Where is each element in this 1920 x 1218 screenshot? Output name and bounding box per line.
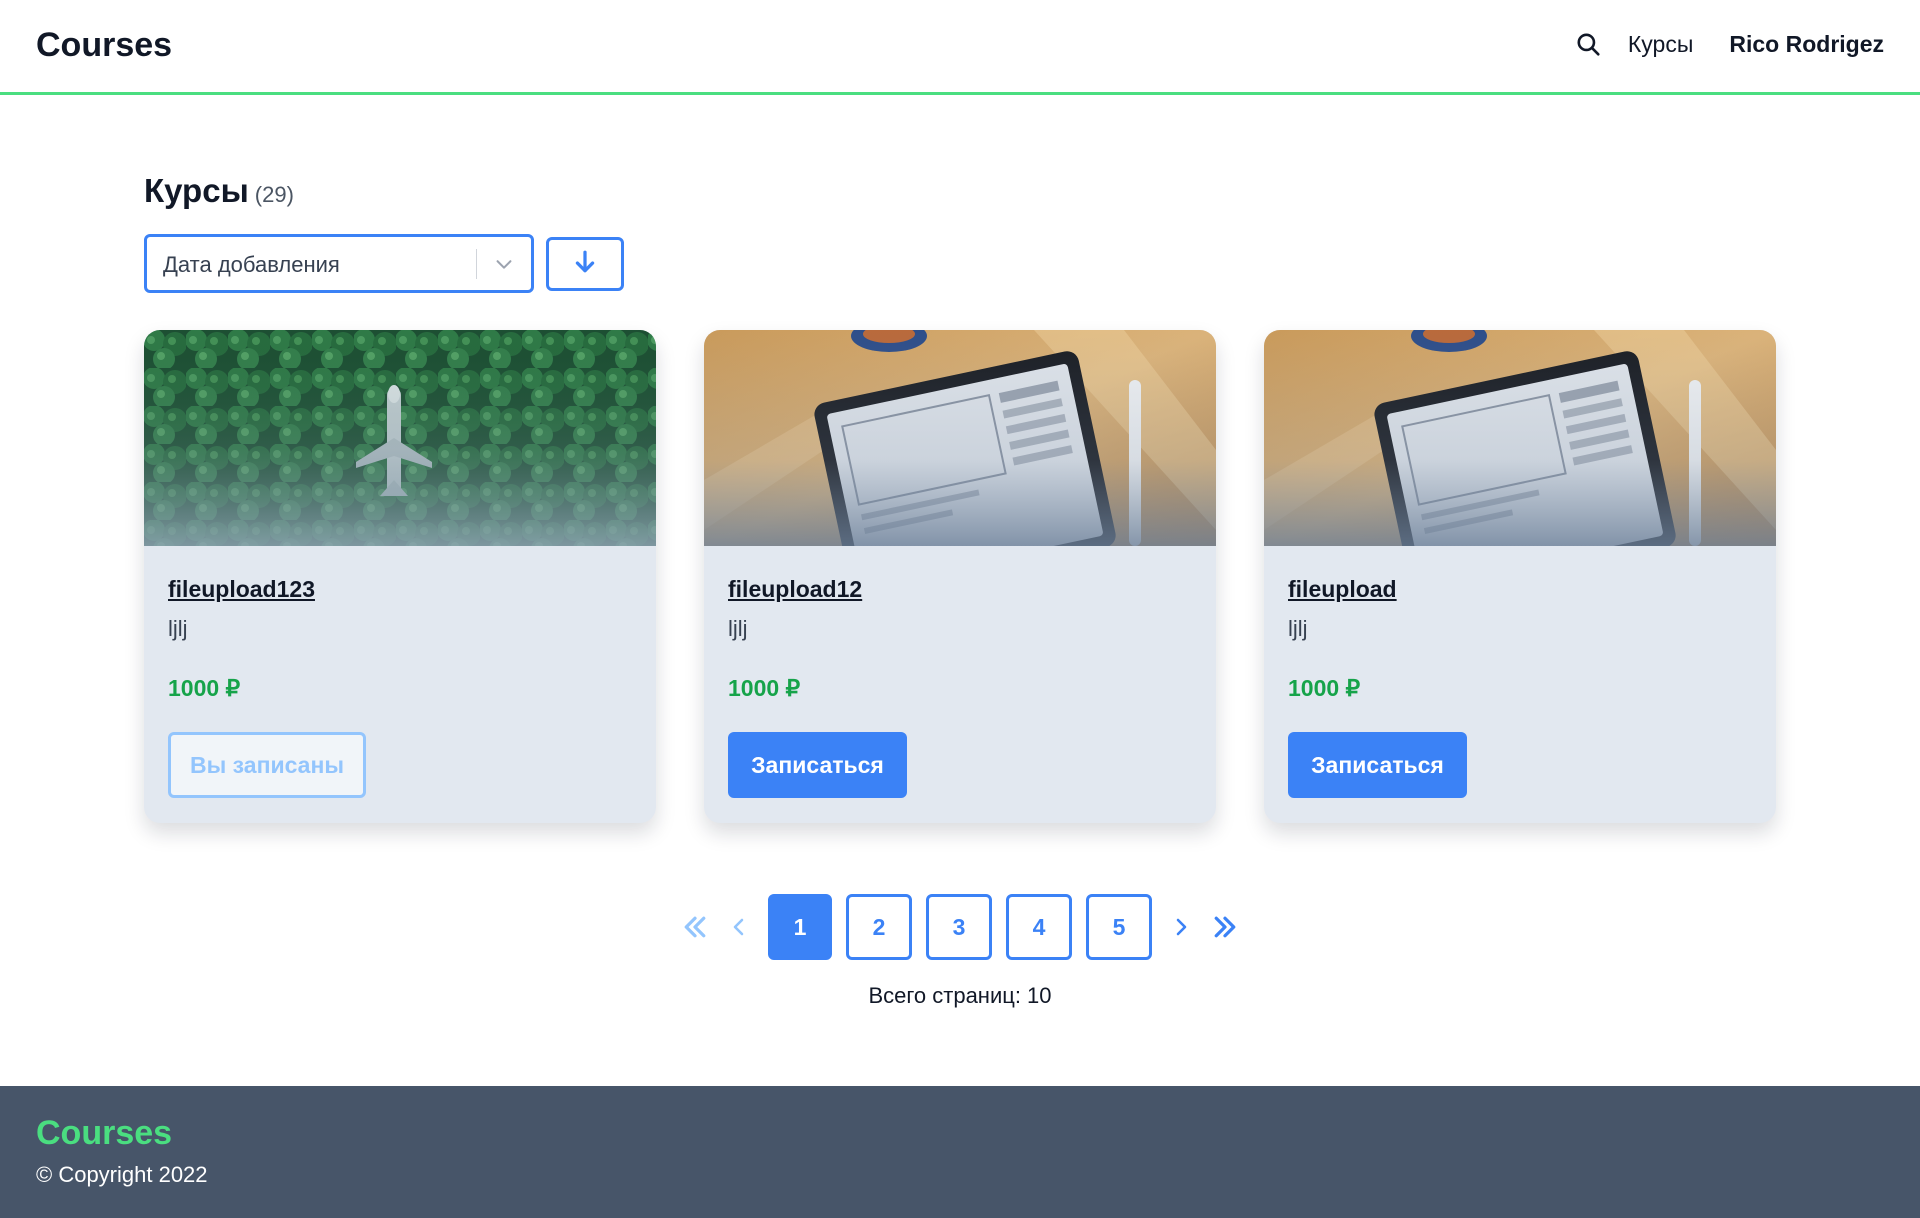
page-button-2[interactable]: 2 xyxy=(846,894,912,960)
enroll-button[interactable]: Записаться xyxy=(1288,732,1467,798)
course-card: fileupload12 ljlj 1000 ₽ Записаться xyxy=(704,330,1216,823)
chevron-down-icon[interactable] xyxy=(493,253,515,275)
user-menu[interactable]: Rico Rodrigez xyxy=(1729,31,1884,58)
course-description: ljlj xyxy=(1288,616,1308,641)
first-page-icon[interactable] xyxy=(680,907,710,947)
page-title: Курсы xyxy=(144,172,249,209)
forest-airplane-image[interactable] xyxy=(144,330,656,546)
tablet-desk-image[interactable] xyxy=(1264,330,1776,546)
sort-direction-button[interactable] xyxy=(546,237,624,291)
site-footer: Courses © Copyright 2022 xyxy=(0,1086,1920,1218)
next-page-icon[interactable] xyxy=(1166,907,1196,947)
header-nav: Курсы Rico Rodrigez xyxy=(1574,30,1884,58)
search-icon[interactable] xyxy=(1574,30,1602,58)
course-description: ljlj xyxy=(168,616,188,641)
pages-total: Всего страниц: 10 xyxy=(868,983,1052,1008)
footer-copyright: © Copyright 2022 xyxy=(36,1162,208,1187)
arrow-down-icon xyxy=(572,249,598,280)
brand-logo[interactable]: Courses xyxy=(36,26,172,65)
course-title-link[interactable]: fileupload123 xyxy=(168,576,315,603)
course-title-link[interactable]: fileupload xyxy=(1288,576,1397,603)
enroll-button[interactable]: Записаться xyxy=(728,732,907,798)
course-price: 1000 ₽ xyxy=(1288,675,1361,701)
course-card: fileupload123 ljlj 1000 ₽ Вы записаны xyxy=(144,330,656,823)
prev-page-icon[interactable] xyxy=(724,907,754,947)
footer-brand: Courses xyxy=(36,1114,173,1152)
course-price: 1000 ₽ xyxy=(168,675,241,701)
page-button-4[interactable]: 4 xyxy=(1006,894,1072,960)
nav-link-courses[interactable]: Курсы xyxy=(1628,31,1693,58)
course-title-link[interactable]: fileupload12 xyxy=(728,576,862,603)
pagination: 1 2 3 4 5 xyxy=(0,894,1920,960)
last-page-icon[interactable] xyxy=(1210,907,1240,947)
sort-select-separator xyxy=(476,249,477,279)
sort-select[interactable]: Дата добавления xyxy=(144,234,534,293)
course-card: fileupload ljlj 1000 ₽ Записаться xyxy=(1264,330,1776,823)
sort-select-value: Дата добавления xyxy=(163,252,340,277)
site-header: Courses Курсы Rico Rodrigez xyxy=(0,0,1920,95)
course-description: ljlj xyxy=(728,616,748,641)
page-button-3[interactable]: 3 xyxy=(926,894,992,960)
page-heading: Курсы (29) xyxy=(144,172,294,210)
tablet-desk-image[interactable] xyxy=(704,330,1216,546)
course-price: 1000 ₽ xyxy=(728,675,801,701)
enrolled-button: Вы записаны xyxy=(168,732,366,798)
page-button-5[interactable]: 5 xyxy=(1086,894,1152,960)
courses-count: (29) xyxy=(254,182,294,207)
page-button-1[interactable]: 1 xyxy=(768,894,832,960)
